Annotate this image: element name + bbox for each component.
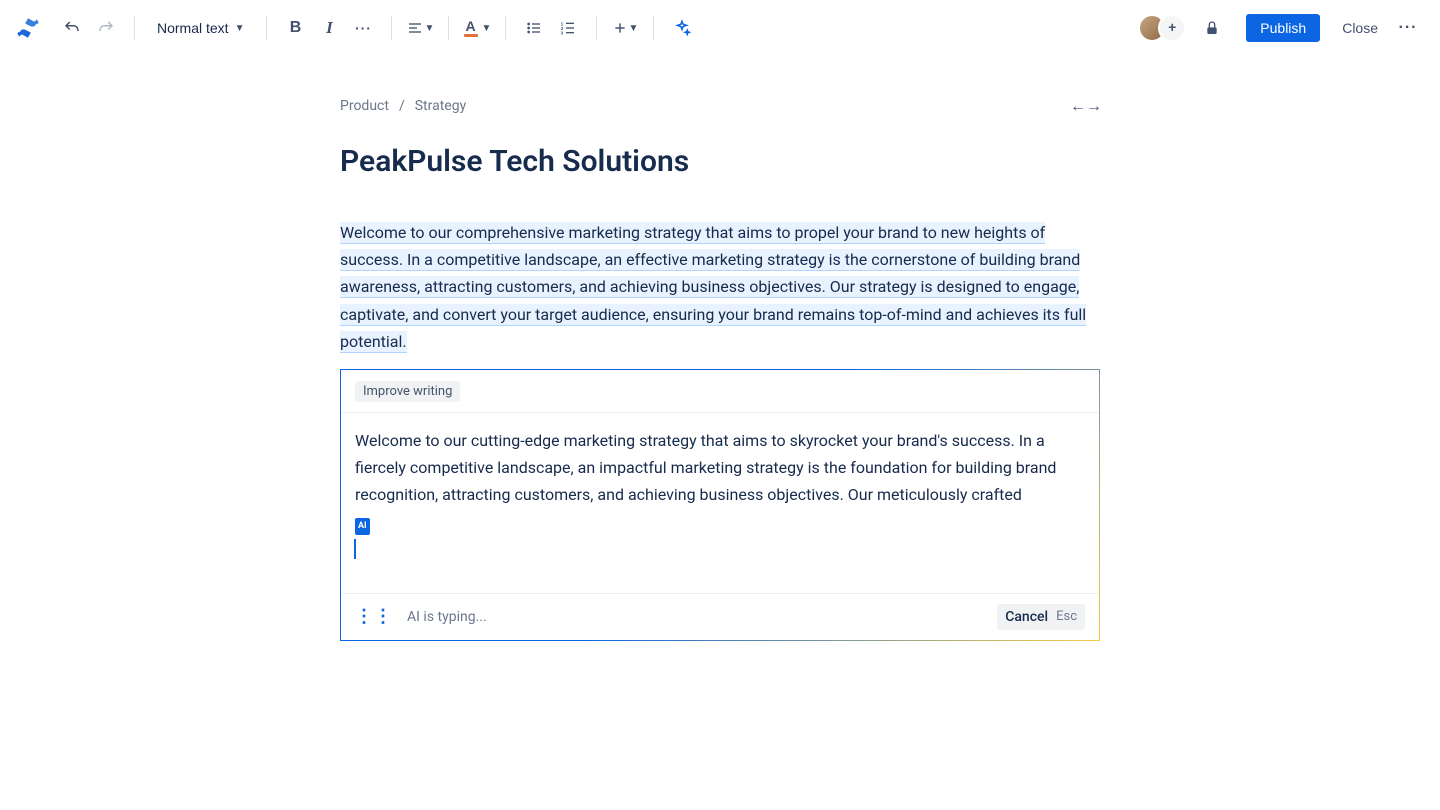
text-color-dropdown[interactable]: A ▼	[461, 12, 493, 44]
editor-toolbar: Normal text ▼ B I ··· ▼ A ▼ 123 ▼	[0, 0, 1440, 56]
page-content: Product / Strategy ← → PeakPulse Tech So…	[340, 56, 1100, 681]
restrictions-lock-icon[interactable]	[1196, 12, 1228, 44]
cancel-label: Cancel	[1005, 609, 1048, 625]
confluence-logo-icon[interactable]	[16, 16, 40, 40]
numbered-list-button[interactable]: 123	[552, 12, 584, 44]
align-dropdown[interactable]: ▼	[404, 12, 436, 44]
toolbar-divider	[596, 16, 597, 40]
more-formatting-button[interactable]: ···	[347, 12, 379, 44]
close-button[interactable]: Close	[1332, 14, 1388, 42]
breadcrumb-item[interactable]: Strategy	[415, 98, 466, 114]
ai-assist-button[interactable]	[666, 12, 698, 44]
ai-suggestion-panel: Improve writing Welcome to our cutting-e…	[340, 369, 1100, 641]
redo-button[interactable]	[90, 12, 122, 44]
ai-panel-header: Improve writing	[341, 370, 1099, 413]
bullet-list-button[interactable]	[518, 12, 550, 44]
publish-button[interactable]: Publish	[1246, 14, 1320, 42]
breadcrumb-separator: /	[399, 98, 405, 114]
breadcrumb-item[interactable]: Product	[340, 98, 389, 114]
italic-button[interactable]: I	[313, 12, 345, 44]
ai-loading-icon: ⋮⋮	[355, 606, 393, 627]
ai-typing-status: AI is typing...	[407, 609, 997, 625]
toolbar-divider	[266, 16, 267, 40]
more-actions-button[interactable]: ···	[1392, 12, 1424, 44]
esc-hint: Esc	[1056, 609, 1077, 624]
text-style-dropdown[interactable]: Normal text ▼	[147, 12, 254, 44]
chevron-down-icon: ▼	[629, 23, 639, 34]
text-style-label: Normal text	[157, 20, 229, 36]
breadcrumb: Product / Strategy	[340, 98, 466, 114]
ai-cursor-badge: AI	[355, 518, 370, 535]
color-swatch	[464, 34, 478, 37]
ai-cursor-icon	[354, 539, 356, 559]
page-width-toggle-icon[interactable]: ← →	[1070, 96, 1100, 116]
selected-paragraph[interactable]: Welcome to our comprehensive marketing s…	[340, 219, 1100, 355]
toolbar-divider	[653, 16, 654, 40]
toolbar-divider	[134, 16, 135, 40]
toolbar-divider	[391, 16, 392, 40]
ai-panel-footer: ⋮⋮ AI is typing... Cancel Esc	[341, 593, 1099, 640]
insert-dropdown[interactable]: ▼	[609, 12, 641, 44]
cancel-button[interactable]: Cancel Esc	[997, 604, 1085, 630]
chevron-down-icon: ▼	[235, 23, 245, 34]
toolbar-divider	[448, 16, 449, 40]
ai-action-tag: Improve writing	[355, 381, 460, 402]
page-title[interactable]: PeakPulse Tech Solutions	[340, 144, 1100, 179]
svg-text:3: 3	[561, 31, 564, 36]
bold-button[interactable]: B	[279, 12, 311, 44]
toolbar-divider	[505, 16, 506, 40]
add-collaborator-button[interactable]: +	[1158, 14, 1186, 42]
ai-suggestion-text: Welcome to our cutting-edge marketing st…	[341, 413, 1099, 593]
chevron-down-icon: ▼	[425, 23, 435, 34]
chevron-down-icon: ▼	[482, 23, 492, 34]
undo-button[interactable]	[56, 12, 88, 44]
